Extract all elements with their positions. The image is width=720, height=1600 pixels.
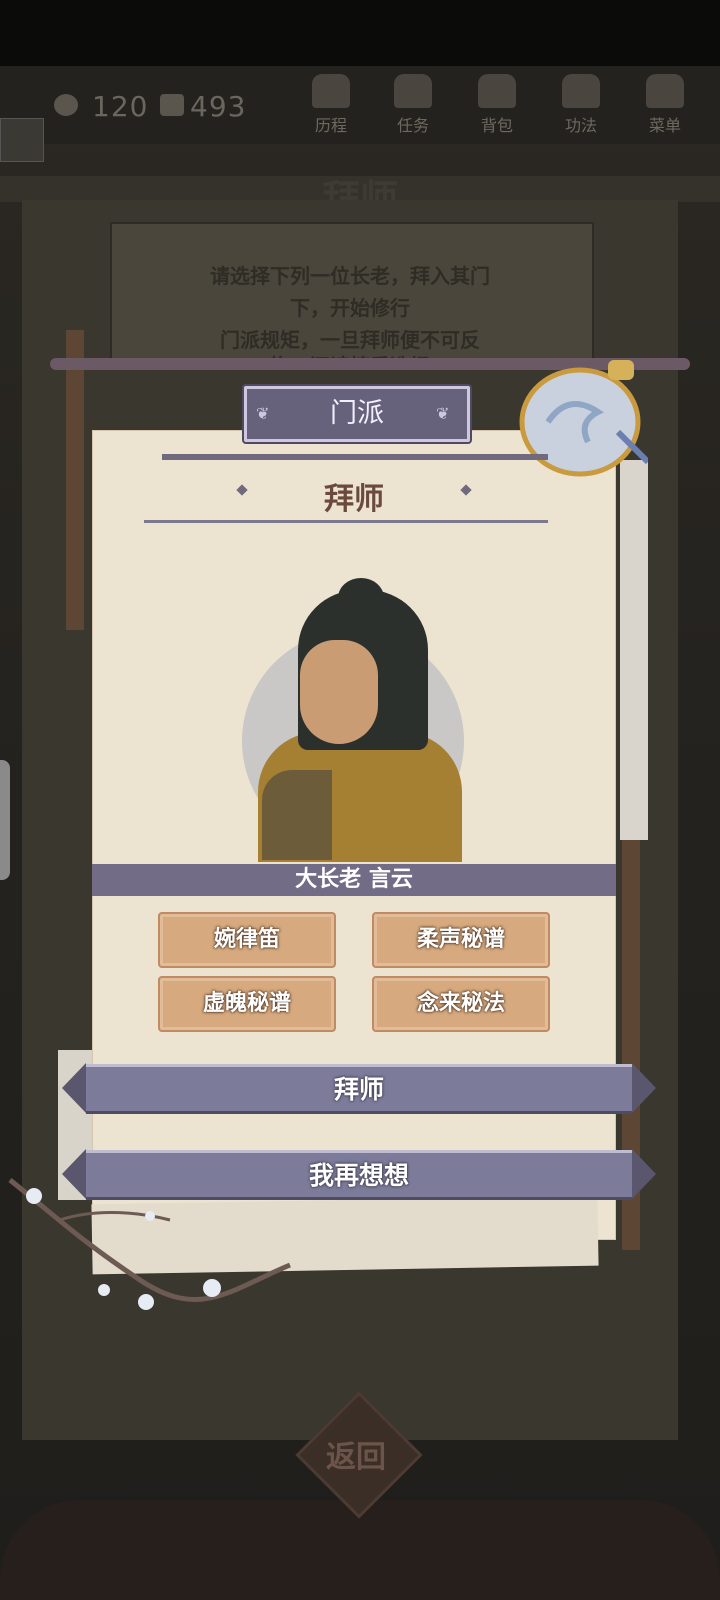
- task-icon: [394, 74, 432, 108]
- scroll-frame-left: [66, 330, 84, 630]
- instruction-line: 门派规矩，一旦拜师便不可反: [220, 328, 480, 352]
- history-icon: [312, 74, 350, 108]
- skill-label: 婉律笛: [213, 927, 280, 952]
- confirm-apprentice-label: 拜师: [333, 1075, 384, 1104]
- button-cap-right: [632, 1149, 656, 1199]
- nav-history-label: 历程: [314, 116, 347, 135]
- nav-skills-label: 功法: [564, 116, 597, 135]
- edge-drawer-handle[interactable]: [0, 760, 10, 880]
- divider: [162, 454, 548, 460]
- portrait-robe: [262, 770, 332, 860]
- skill-label: 柔声秘谱: [416, 927, 505, 952]
- dialog-subtitle: 拜师: [324, 482, 384, 517]
- elder-name: 大长老 言云: [295, 867, 413, 892]
- book-icon: [562, 74, 600, 108]
- portrait-face: [300, 640, 378, 744]
- nav-history[interactable]: 历程: [296, 74, 366, 136]
- tab-sect-label: 门派: [330, 398, 384, 429]
- button-cap-right: [632, 1063, 656, 1113]
- nav-bag[interactable]: 背包: [462, 74, 532, 136]
- skill-label: 虚魄秘谱: [202, 991, 291, 1016]
- side-badge-icon[interactable]: [0, 118, 44, 162]
- nav-task[interactable]: 任务: [378, 74, 448, 136]
- coins-value: 493: [190, 90, 247, 123]
- stamina-icon: [54, 94, 78, 116]
- plum-branch-icon: [8, 1178, 291, 1310]
- menu-fan-icon: [646, 74, 684, 108]
- skill-label: 念来秘法: [416, 991, 505, 1016]
- instruction-line: 下，开始修行: [290, 296, 410, 320]
- nav-skills[interactable]: 功法: [546, 74, 616, 136]
- instruction-line: 请选择下列一位长老，拜入其门: [210, 264, 490, 288]
- portrait-hair-bun: [338, 578, 384, 618]
- nav-menu-label: 菜单: [648, 116, 681, 135]
- nav-menu[interactable]: 菜单: [630, 74, 700, 136]
- gourd-ornament-icon: [519, 360, 648, 477]
- nav-bag-label: 背包: [480, 116, 513, 135]
- nav-task-label: 任务: [396, 116, 429, 135]
- coin-icon: [160, 94, 184, 116]
- back-button[interactable]: 返回: [300, 1432, 412, 1476]
- paper-edge: [620, 460, 648, 840]
- bag-icon: [478, 74, 516, 108]
- stamina-value: 120: [92, 90, 149, 123]
- button-cap-left: [62, 1063, 86, 1113]
- divider: [144, 520, 548, 523]
